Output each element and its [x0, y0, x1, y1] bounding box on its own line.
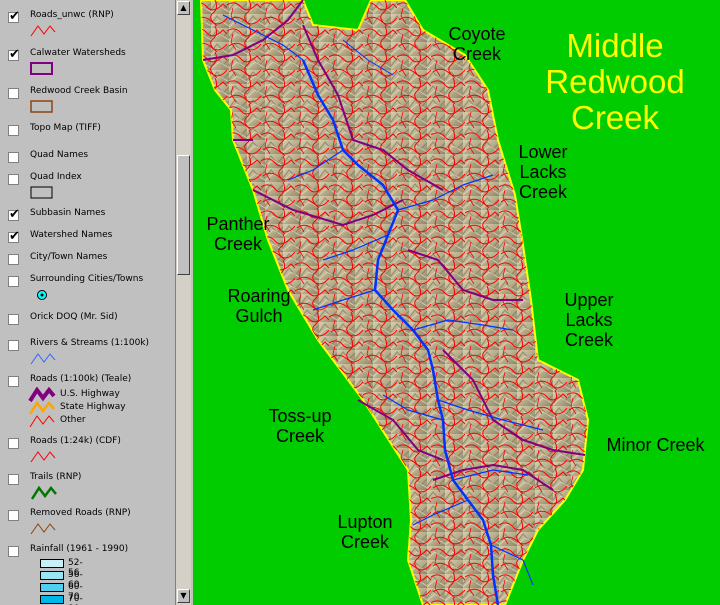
layer-label: Removed Roads (RNP): [30, 508, 131, 518]
layer-checkbox[interactable]: [8, 9, 20, 24]
layer-checkbox[interactable]: [8, 207, 20, 222]
layer-checkbox[interactable]: [8, 47, 20, 62]
brown-polygon-icon: [30, 100, 53, 113]
layer-checkbox[interactable]: [8, 254, 19, 265]
arrow-down-icon[interactable]: ▼: [177, 589, 190, 603]
label-roaring-gulch: Roaring Gulch: [227, 286, 291, 326]
rainfall-swatch: [40, 559, 64, 568]
blue-stream-line-icon: [30, 353, 56, 365]
layer-checkbox[interactable]: [8, 88, 19, 99]
purple-polygon-icon: [30, 62, 53, 75]
layer-label: Orick DOQ (Mr. Sid): [30, 312, 118, 322]
legend-class-label: State Highway: [60, 402, 126, 412]
layer-label: Rivers & Streams (1:100k): [30, 338, 150, 348]
green-trail-line-icon: [30, 485, 57, 500]
layer-label: Calwater Watersheds: [30, 48, 126, 58]
red-road-line-icon: [30, 451, 56, 463]
layer-label: Watershed Names: [30, 230, 113, 240]
label-upper-lacks-creek: Upper Lacks Creek: [564, 290, 614, 350]
layer-checkbox[interactable]: [8, 546, 19, 557]
layer-checkbox[interactable]: [8, 510, 19, 521]
rainfall-swatch: [40, 595, 64, 604]
layer-label: Quad Index: [30, 172, 82, 182]
legend-class-label: 70-80: [68, 594, 83, 605]
layer-checkbox[interactable]: [8, 152, 19, 163]
layer-label: Redwood Creek Basin: [30, 86, 128, 96]
other-road-line-icon: [29, 415, 55, 428]
label-panther-creek: Panther Creek: [206, 214, 270, 254]
label-coyote-creek: Coyote Creek: [448, 24, 506, 64]
legend-class-label: U.S. Highway: [60, 389, 120, 399]
layer-checkbox[interactable]: [8, 438, 19, 449]
legend-class-label: Other: [60, 415, 86, 425]
layer-label: Trails (RNP): [30, 472, 82, 482]
rainfall-swatch: [40, 571, 64, 580]
layer-label: Topo Map (TIFF): [30, 123, 101, 133]
layer-label: Roads (1:24k) (CDF): [30, 436, 121, 446]
map-title: Middle Redwood Creek: [545, 27, 685, 136]
brown-road-line-icon: [30, 523, 56, 535]
label-lower-lacks-creek: Lower Lacks Creek: [518, 142, 568, 202]
layer-label: City/Town Names: [30, 252, 108, 262]
layer-checkbox[interactable]: [8, 174, 19, 185]
rainfall-swatch: [40, 583, 64, 592]
layer-checkbox[interactable]: [8, 125, 19, 136]
layer-checkbox[interactable]: [8, 314, 19, 325]
layer-label: Rainfall (1961 - 1990): [30, 544, 129, 554]
layer-checkbox[interactable]: [8, 276, 19, 287]
label-tossup-creek: Toss-up Creek: [268, 406, 332, 446]
map-view[interactable]: Middle Redwood Creek Coyote Creek Lower …: [193, 0, 720, 605]
red-road-line-icon: [30, 25, 56, 37]
arrow-up-icon[interactable]: ▲: [177, 1, 190, 15]
layer-checkbox[interactable]: [8, 474, 19, 485]
layer-checkbox[interactable]: [8, 340, 19, 351]
layer-label: Roads (1:100k) (Teale): [30, 374, 132, 384]
layer-label: Surrounding Cities/Towns: [30, 274, 144, 284]
layer-label: Subbasin Names: [30, 208, 106, 218]
scrollbar-thumb[interactable]: [177, 155, 190, 275]
label-minor-creek: Minor Creek: [606, 435, 705, 455]
label-lupton-creek: Lupton Creek: [337, 512, 393, 552]
gray-polygon-icon: [30, 186, 53, 199]
layer-label: Roads_unwc (RNP): [30, 10, 114, 20]
legend-panel: Roads_unwc (RNP) Calwater Watersheds Red…: [0, 0, 175, 605]
cyan-dot-icon: [37, 290, 47, 300]
legend-scrollbar[interactable]: ▲ ▼: [175, 0, 191, 605]
layer-checkbox[interactable]: [8, 376, 19, 387]
layer-label: Quad Names: [30, 150, 89, 160]
layer-checkbox[interactable]: [8, 229, 20, 244]
